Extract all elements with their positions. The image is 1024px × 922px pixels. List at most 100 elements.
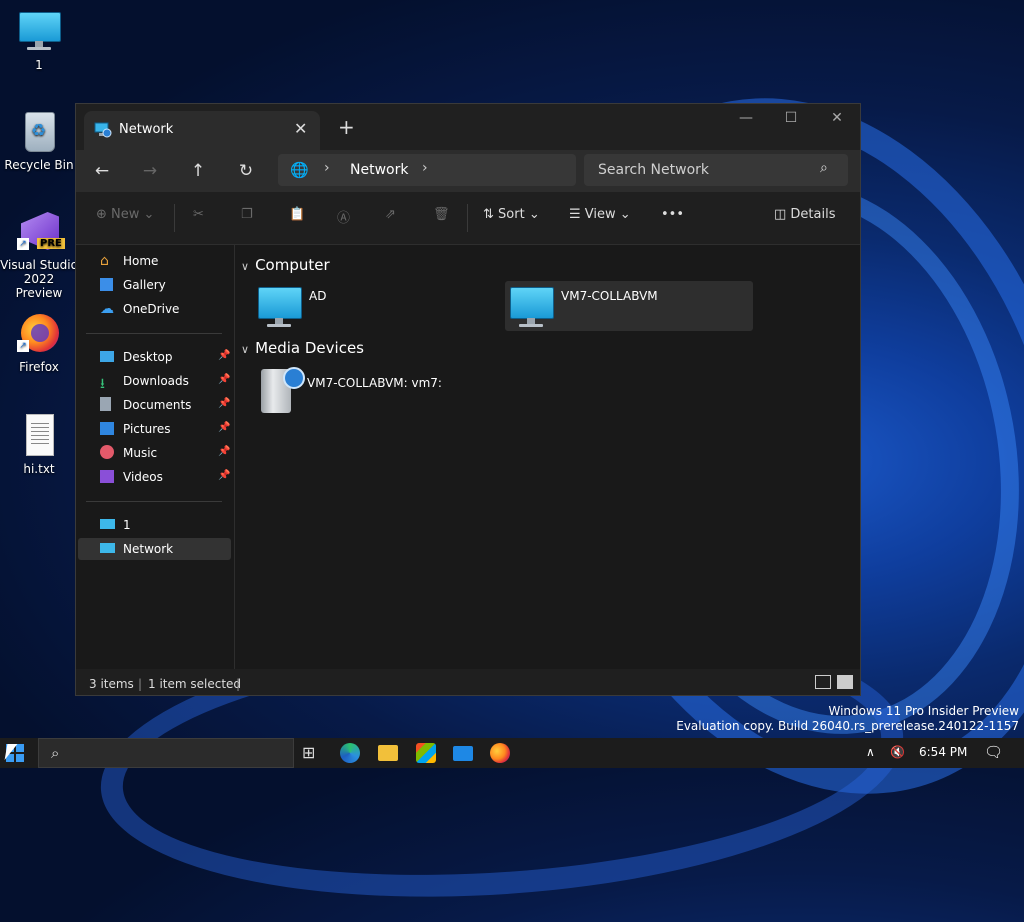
store-icon[interactable] <box>416 743 436 763</box>
details-view-icon[interactable] <box>815 675 831 689</box>
music-icon <box>100 445 114 459</box>
chevron-right-icon[interactable]: › <box>324 160 330 176</box>
task-view-icon[interactable]: ⊞ <box>302 743 322 763</box>
onedrive-icon: ☁ <box>100 301 114 317</box>
delete-icon[interactable]: 🗑 <box>433 207 450 222</box>
chevron-right-icon[interactable]: › <box>422 160 428 176</box>
media-device-item[interactable]: VM7-COLLABVM: vm7: <box>253 365 497 415</box>
gallery-icon <box>100 278 113 291</box>
nav-item-home[interactable]: ⌂ Home <box>78 250 231 272</box>
address-bar[interactable]: 🌐 › Network › <box>278 154 576 186</box>
network-icon <box>100 543 115 553</box>
maximize-button[interactable]: ☐ <box>771 110 811 126</box>
download-icon: ⭳ <box>100 376 105 392</box>
tiles-view-icon[interactable] <box>837 675 853 689</box>
taskbar: ⌕ ⊞ ∧ 🔇 6:54 PM 🗨 <box>0 738 1024 768</box>
refresh-icon[interactable]: ↻ <box>233 158 259 184</box>
preview-badge: PRE <box>37 238 65 249</box>
watermark-line2: Evaluation copy. Build 26040.rs_prerelea… <box>676 719 1019 733</box>
back-arrow-icon[interactable]: ← <box>89 158 115 184</box>
nav-item-network[interactable]: Network <box>78 538 231 560</box>
pin-icon[interactable]: 📌 <box>218 374 230 385</box>
breadcrumb-network[interactable]: Network <box>350 162 408 178</box>
shortcut-arrow-icon: ↗ <box>17 340 29 352</box>
paste-icon[interactable]: 📋 <box>289 207 305 222</box>
nav-item-desktop[interactable]: Desktop 📌 <box>78 346 231 368</box>
monitor-icon <box>17 10 61 54</box>
sort-button[interactable]: ⇅ Sort ⌄ <box>483 207 540 222</box>
nav-item-this-pc[interactable]: 1 <box>78 514 231 536</box>
nav-item-downloads[interactable]: ⭳ Downloads 📌 <box>78 370 231 392</box>
desktop-icon-label: Visual Studio 2022 Preview <box>0 258 78 300</box>
chevron-down-icon[interactable]: ∨ <box>241 343 249 356</box>
search-placeholder: Search Network <box>598 162 710 178</box>
desktop-icon-hi-txt[interactable]: hi.txt <box>0 414 78 476</box>
visual-studio-icon: PRE ↗ <box>17 210 65 254</box>
nav-item-pictures[interactable]: Pictures 📌 <box>78 418 231 440</box>
new-button[interactable]: ⊕ New ⌄ <box>96 207 154 222</box>
new-tab-button[interactable]: + <box>338 115 355 139</box>
computer-icon <box>509 285 555 329</box>
rename-icon[interactable]: Ⓐ <box>337 207 350 226</box>
desktop-icon-firefox[interactable]: ↗ Firefox <box>0 312 78 374</box>
notification-icon[interactable]: 🗨 <box>984 743 1003 761</box>
search-icon: ⌕ <box>820 160 828 176</box>
tab-title: Network <box>119 122 174 137</box>
pin-icon[interactable]: 📌 <box>218 350 230 361</box>
pin-icon[interactable]: 📌 <box>218 422 230 433</box>
clock[interactable]: 6:54 PM <box>919 745 967 759</box>
pin-icon[interactable]: 📌 <box>218 470 230 481</box>
title-bar[interactable]: Network ✕ + — ☐ ✕ <box>76 104 860 150</box>
close-tab-icon[interactable]: ✕ <box>294 119 307 138</box>
desktop-icon-label: Recycle Bin <box>4 158 74 172</box>
desktop-icon-label: hi.txt <box>23 462 55 476</box>
details-button[interactable]: ◫ Details <box>774 207 836 222</box>
chevron-up-icon[interactable]: ∧ <box>866 745 875 759</box>
view-button[interactable]: ☰ View ⌄ <box>569 207 631 222</box>
nav-item-gallery[interactable]: Gallery <box>78 274 231 296</box>
volume-muted-icon[interactable]: 🔇 <box>890 745 905 759</box>
minimize-button[interactable]: — <box>726 110 766 126</box>
file-explorer-icon[interactable] <box>378 745 398 761</box>
nav-item-documents[interactable]: Documents 📌 <box>78 394 231 416</box>
up-arrow-icon[interactable]: ↑ <box>185 158 211 184</box>
firefox-icon: ↗ <box>17 312 61 356</box>
desktop-icon-visual-studio[interactable]: PRE ↗ Visual Studio 2022 Preview <box>0 210 78 300</box>
edge-icon[interactable] <box>340 743 360 763</box>
documents-icon <box>100 397 111 411</box>
pin-icon[interactable]: 📌 <box>218 398 230 409</box>
search-input[interactable]: Search Network ⌕ <box>584 154 848 186</box>
desktop-icon-label: Firefox <box>19 360 59 374</box>
group-header-media-devices[interactable]: ∨ Media Devices <box>241 339 364 357</box>
text-file-icon <box>17 414 61 458</box>
pin-icon[interactable]: 📌 <box>218 446 230 457</box>
pictures-icon <box>100 422 114 435</box>
item-count: 3 items <box>89 677 134 691</box>
nav-item-videos[interactable]: Videos 📌 <box>78 466 231 488</box>
chevron-down-icon[interactable]: ∨ <box>241 260 249 273</box>
nav-item-music[interactable]: Music 📌 <box>78 442 231 464</box>
desktop-folder-icon <box>100 351 114 362</box>
group-header-computer[interactable]: ∨ Computer <box>241 256 330 274</box>
mail-icon[interactable] <box>453 746 473 761</box>
status-bar: 3 items | 1 item selected | <box>76 669 860 695</box>
taskbar-search-box[interactable]: ⌕ <box>38 738 294 768</box>
videos-icon <box>100 470 114 483</box>
share-icon[interactable]: ⇗ <box>385 207 396 222</box>
selection-count: 1 item selected <box>148 677 242 691</box>
watermark-line1: Windows 11 Pro Insider Preview <box>828 704 1019 718</box>
cut-icon[interactable]: ✂ <box>193 207 204 222</box>
copy-icon[interactable]: ❐ <box>241 207 253 222</box>
more-options-button[interactable]: ••• <box>661 207 684 222</box>
forward-arrow-icon[interactable]: → <box>137 158 163 184</box>
desktop-icon-recycle-bin[interactable]: Recycle Bin <box>0 110 78 172</box>
network-item-vm7-collabvm[interactable]: VM7-COLLABVM <box>505 281 753 331</box>
tab-network[interactable]: Network ✕ <box>84 111 320 150</box>
firefox-icon[interactable] <box>490 743 510 763</box>
nav-item-onedrive[interactable]: ☁ OneDrive <box>78 298 231 320</box>
desktop-icon-this-pc[interactable]: 1 <box>0 10 78 72</box>
network-icon <box>94 122 112 138</box>
media-server-icon <box>257 367 305 413</box>
network-item-ad[interactable]: AD <box>253 281 497 331</box>
close-window-button[interactable]: ✕ <box>817 110 857 126</box>
